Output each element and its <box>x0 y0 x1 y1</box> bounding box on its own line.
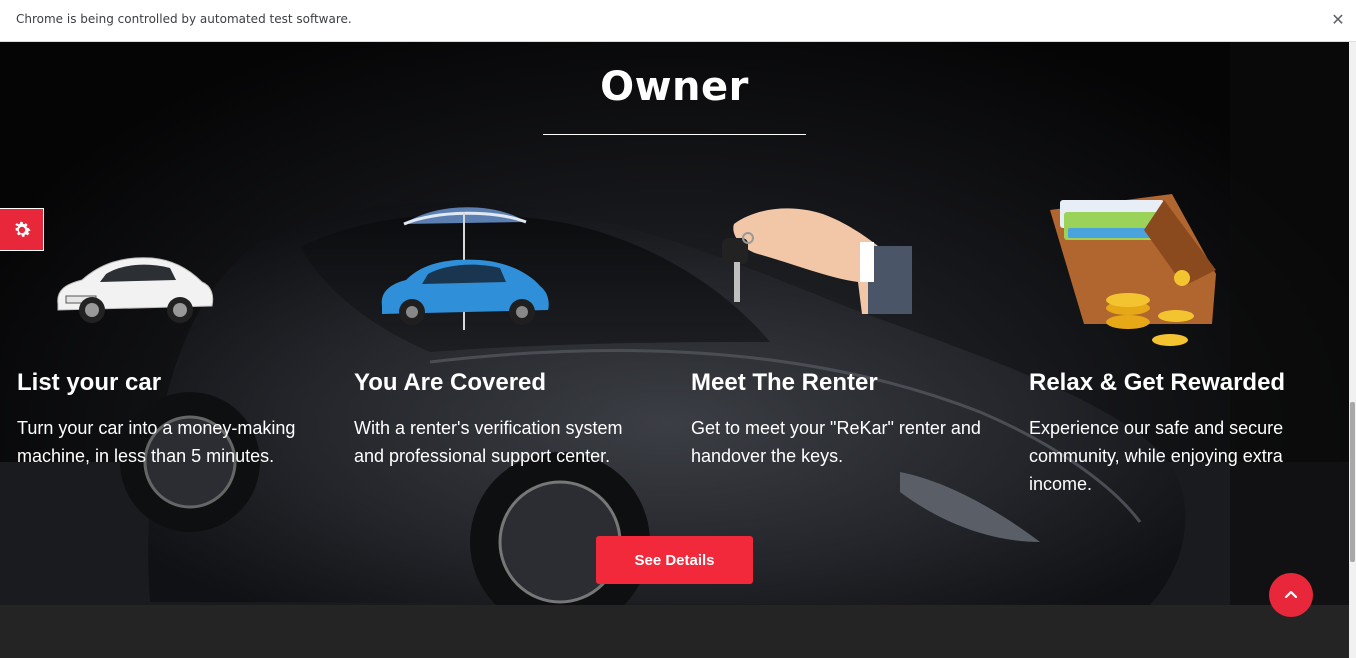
feature-description: Experience our safe and secure community… <box>1029 418 1284 494</box>
white-car-icon <box>57 257 214 323</box>
page-viewport: Owner List your car Turn your car into a… <box>0 42 1349 658</box>
feature-title: You Are Covered <box>354 369 547 396</box>
page-scrollbar[interactable] <box>1349 42 1356 658</box>
automation-infobar: Chrome is being controlled by automated … <box>0 0 1356 42</box>
scrollbar-thumb[interactable] <box>1350 402 1355 562</box>
wallet-coins-icon <box>1050 194 1216 346</box>
see-details-button[interactable]: See Details <box>596 536 753 584</box>
settings-button[interactable] <box>0 208 44 251</box>
footer-strip <box>0 605 1349 658</box>
scroll-to-top-button[interactable] <box>1269 573 1313 617</box>
owner-section: Owner List your car Turn your car into a… <box>0 42 1349 605</box>
chevron-up-icon <box>1284 590 1298 599</box>
title-divider <box>543 134 806 135</box>
infobar-message: Chrome is being controlled by automated … <box>16 12 352 26</box>
feature-description: Turn your car into a money-making machin… <box>17 418 296 466</box>
feature-title: List your car <box>17 369 162 396</box>
feature-description: With a renter's verification system and … <box>354 418 623 466</box>
close-icon[interactable]: ✕ <box>1328 10 1348 30</box>
section-title: Owner <box>600 64 749 110</box>
feature-title: Meet The Renter <box>691 369 878 396</box>
gear-icon <box>14 221 31 237</box>
feature-title: Relax & Get Rewarded <box>1029 369 1286 396</box>
hand-key-icon <box>722 208 912 314</box>
covered-car-umbrella-icon <box>381 207 549 330</box>
feature-description: Get to meet your "ReKar" renter and hand… <box>691 418 981 466</box>
